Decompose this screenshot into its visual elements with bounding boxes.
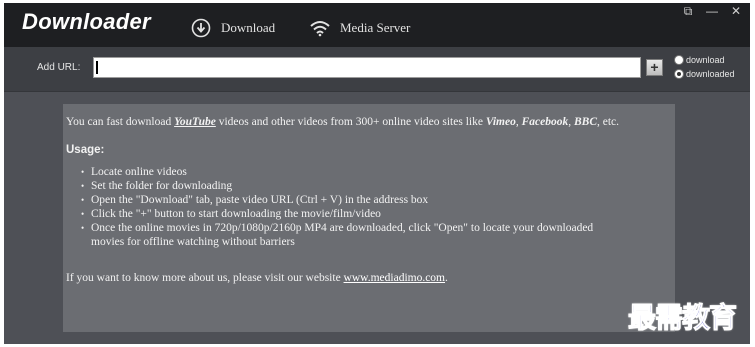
intro-suffix: , etc. — [597, 116, 620, 128]
radio-download-label: download — [686, 55, 725, 65]
mode-radio-group: download downloaded — [674, 54, 735, 80]
intro-text: You can fast download YouTube videos and… — [66, 116, 619, 128]
bbc-text: BBC — [573, 116, 597, 128]
more-suffix: . — [445, 272, 448, 284]
facebook-text: Facebook — [521, 116, 569, 128]
popout-icon[interactable]: ⧉ — [682, 5, 694, 17]
website-link[interactable]: www.mediadimo.com — [344, 272, 445, 284]
tab-download-label: Download — [221, 20, 276, 35]
watermark-logo: 最需教育 — [627, 301, 737, 335]
intro-middle: videos and other videos from 300+ online… — [215, 116, 486, 128]
url-input[interactable] — [93, 57, 641, 78]
minimize-icon[interactable]: — — [706, 5, 718, 17]
intro-prefix: You can fast download — [66, 116, 175, 128]
radio-downloaded[interactable]: downloaded — [674, 68, 735, 80]
downloader-window: Downloader Download Media Server ⧉ — ✕ A… — [4, 3, 750, 344]
usage-item: Locate online videos — [81, 165, 593, 179]
tab-download[interactable]: Download — [190, 17, 275, 39]
radio-download-circle[interactable] — [674, 55, 684, 65]
more-prefix: If you want to know more about us, pleas… — [66, 272, 344, 284]
usage-item-continuation: movies for offline watching without barr… — [91, 236, 295, 248]
youtube-link[interactable]: YouTube — [174, 116, 216, 128]
more-info-text: If you want to know more about us, pleas… — [66, 272, 448, 284]
radio-download[interactable]: download — [674, 54, 735, 66]
url-bar: Add URL: + download downloaded — [4, 47, 750, 92]
info-panel: You can fast download YouTube videos and… — [63, 104, 675, 332]
add-url-button[interactable]: + — [646, 59, 663, 76]
app-title: Downloader — [22, 9, 151, 34]
radio-downloaded-label: downloaded — [686, 69, 735, 79]
download-circle-icon — [190, 17, 212, 39]
wifi-icon — [309, 17, 331, 39]
text-caret — [96, 61, 98, 74]
usage-item: Once the online movies in 720p/1080p/216… — [81, 221, 593, 235]
close-icon[interactable]: ✕ — [730, 5, 742, 17]
tab-media-server-label: Media Server — [340, 20, 411, 35]
vimeo-text: Vimeo — [485, 116, 516, 128]
usage-item: Set the folder for downloading — [81, 179, 593, 193]
add-url-label: Add URL: — [37, 62, 81, 73]
usage-item: Open the "Download" tab, paste video URL… — [81, 193, 593, 207]
title-bar: Downloader Download Media Server ⧉ — ✕ — [4, 3, 750, 47]
usage-item: Click the "+" button to start downloadin… — [81, 207, 593, 221]
usage-title: Usage: — [66, 144, 105, 156]
usage-list: Locate online videos Set the folder for … — [81, 165, 593, 249]
window-controls: ⧉ — ✕ — [682, 3, 742, 19]
radio-downloaded-circle[interactable] — [674, 69, 684, 79]
tab-media-server[interactable]: Media Server — [309, 17, 410, 39]
